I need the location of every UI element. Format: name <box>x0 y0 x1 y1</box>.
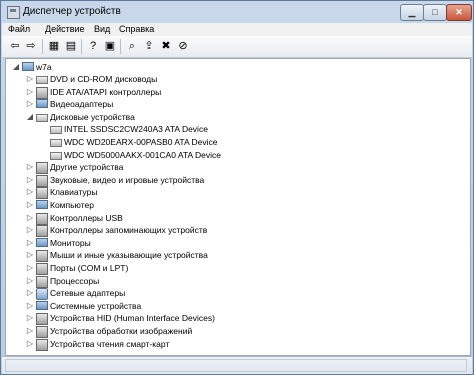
computer-icon <box>22 62 34 71</box>
tree-item-label: Сетевые адаптеры <box>50 288 126 299</box>
expand-arrow-icon[interactable]: ▷ <box>26 262 34 274</box>
menu-bar: Файл Действие Вид Справка <box>2 23 472 36</box>
expand-arrow-icon[interactable]: ▷ <box>26 275 34 287</box>
collapse-arrow-icon[interactable]: ◢ <box>26 111 34 123</box>
close-button[interactable]: ✕ <box>446 4 472 21</box>
tree-item-label: Видеоадаптеры <box>50 99 114 110</box>
drive-icon <box>50 126 62 135</box>
device-icon <box>36 212 48 225</box>
tree-item-label: Контроллеры USB <box>50 212 123 223</box>
expand-arrow-icon[interactable]: ▷ <box>26 98 34 110</box>
computer-icon <box>36 237 48 247</box>
expand-arrow-icon[interactable]: ▷ <box>26 287 34 299</box>
drive-icon <box>50 151 62 160</box>
device-icon <box>36 162 48 175</box>
title-bar[interactable]: Диспетчер устройств ▁ □ ✕ <box>1 1 473 23</box>
expand-arrow-icon[interactable]: ▷ <box>26 186 34 198</box>
tree-item-label: Процессоры <box>50 275 100 286</box>
expand-arrow-icon[interactable]: ▷ <box>26 237 34 249</box>
drive-icon <box>50 139 62 147</box>
collapse-arrow-icon[interactable]: ◢ <box>12 61 20 73</box>
tree-item-label: Клавиатуры <box>50 187 98 198</box>
device-icon <box>36 86 48 99</box>
net-icon <box>36 288 48 301</box>
drive-icon <box>36 113 48 122</box>
device-icon <box>36 275 48 288</box>
menu-action[interactable]: Действие <box>45 24 85 34</box>
window-title: Диспетчер устройств <box>23 6 121 17</box>
device-icon <box>36 326 48 338</box>
computer-icon <box>36 200 48 209</box>
menu-view[interactable]: Вид <box>94 24 110 34</box>
tree-item-label: DVD и CD-ROM дисководы <box>50 74 158 84</box>
device-manager-app-icon <box>7 6 20 19</box>
uninstall-icon[interactable]: ✖ <box>159 39 173 53</box>
expand-arrow-icon[interactable]: ▷ <box>26 212 34 224</box>
expand-arrow-icon[interactable]: ▷ <box>26 199 34 211</box>
expand-arrow-icon[interactable]: ▷ <box>26 161 34 173</box>
tree-item-label: Компьютер <box>50 200 94 210</box>
device-icon <box>36 250 48 263</box>
scan-hardware-icon[interactable]: ⌕ <box>125 39 139 53</box>
toolbar-separator <box>81 39 82 54</box>
device-manager-window: Диспетчер устройств ▁ □ ✕ Файл Действие … <box>0 0 474 375</box>
tree-item-label: Устройства чтения смарт-карт <box>50 338 170 349</box>
tree-item-label: INTEL SSDSC2CW240A3 ATA Device <box>64 124 208 135</box>
expand-arrow-icon[interactable]: ▷ <box>26 338 34 350</box>
minimize-button[interactable]: ▁ <box>400 4 424 21</box>
tree-item-label: Дисковые устройства <box>50 111 135 122</box>
tree-item-label: Другие устройства <box>50 162 124 173</box>
expand-arrow-icon[interactable]: ▷ <box>26 325 34 337</box>
help-icon[interactable]: ? <box>86 39 100 53</box>
disable-icon[interactable]: ⊘ <box>176 39 190 53</box>
back-arrow-icon[interactable]: ⇦ <box>8 39 22 53</box>
expand-arrow-icon[interactable]: ▷ <box>26 249 34 261</box>
toolbar-separator <box>42 39 43 54</box>
menu-help[interactable]: Справка <box>119 24 154 34</box>
update-driver-icon[interactable]: ⇪ <box>142 39 156 53</box>
tree-item-label: Устройства HID (Human Interface Devices) <box>50 313 215 324</box>
tree-item-label: IDE ATA/ATAPI контроллеры <box>50 86 162 97</box>
maximize-button[interactable]: □ <box>423 4 447 21</box>
device-tree: ◢ w7a ▷ DVD и CD-ROM дисководы ▷ IDE ATA/AT… <box>5 58 471 356</box>
device-icon <box>36 338 48 351</box>
expand-arrow-icon[interactable]: ▷ <box>26 73 34 85</box>
forward-arrow-icon[interactable]: ⇨ <box>24 39 38 53</box>
view-icon[interactable]: ▣ <box>103 39 117 53</box>
device-icon <box>36 263 48 275</box>
status-bar <box>2 356 472 374</box>
expand-arrow-icon[interactable]: ▷ <box>26 312 34 324</box>
device-icon <box>36 187 48 200</box>
root-label: w7a <box>36 62 52 72</box>
tree-item-label: WDC WD20EARX-00PASB0 ATA Device <box>64 137 218 147</box>
computer-icon <box>36 99 48 109</box>
device-icon <box>36 313 48 326</box>
drive-icon <box>36 76 48 84</box>
toolbar: ⇦ ⇨ ▦ ▤ ? ▣ ⌕ ⇪ ✖ ⊘ <box>2 36 472 58</box>
tree-item-label: Устройства обработки изображений <box>50 326 193 336</box>
expand-arrow-icon[interactable]: ▷ <box>26 300 34 312</box>
tree-item-label: WDC WD5000AAKX-001CA0 ATA Device <box>64 149 221 160</box>
tree-item-label: Мониторы <box>50 237 91 248</box>
document-icon[interactable]: ▤ <box>64 39 78 53</box>
status-pane <box>5 359 467 372</box>
device-icon <box>36 225 48 238</box>
tree-item-label: Порты (COM и LPT) <box>50 263 129 273</box>
expand-arrow-icon[interactable]: ▷ <box>26 174 34 186</box>
toolbar-separator <box>120 39 121 54</box>
expand-arrow-icon[interactable]: ▷ <box>26 224 34 236</box>
tree-item-label: Системные устройства <box>50 300 142 311</box>
computer-icon <box>36 300 48 310</box>
menu-file[interactable]: Файл <box>8 24 30 34</box>
device-icon <box>36 174 48 187</box>
expand-arrow-icon[interactable]: ▷ <box>26 86 34 98</box>
tree-item-label: Звуковые, видео и игровые устройства <box>50 174 205 185</box>
tree-item-label: Контроллеры запоминающих устройств <box>50 225 208 236</box>
tree-item-label: Мыши и иные указывающие устройства <box>50 250 208 261</box>
properties-icon[interactable]: ▦ <box>47 39 61 53</box>
